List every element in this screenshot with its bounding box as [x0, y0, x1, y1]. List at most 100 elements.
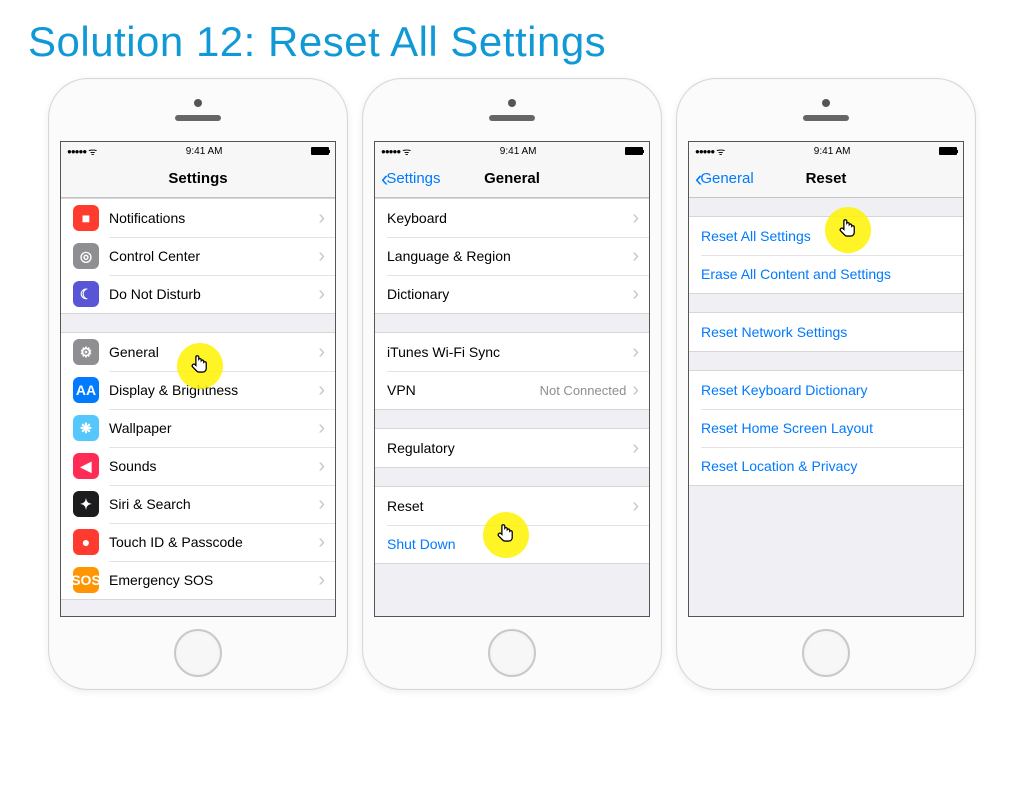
settings-group: ■ Notifications › ◎ Control Center › ☾ D…	[61, 198, 335, 314]
phone-screen: ●●●●● ᯤ 9:41 AM ‹ Settings General Keybo…	[374, 141, 650, 617]
settings-row-icon: SOS	[73, 567, 99, 593]
settings-row[interactable]: Keyboard ›	[375, 199, 649, 237]
page-title: Solution 12: Reset All Settings	[28, 18, 1024, 66]
settings-row-icon: ■	[73, 205, 99, 231]
settings-group: Reset › Shut Down	[375, 486, 649, 564]
settings-row[interactable]: iTunes Wi-Fi Sync ›	[375, 333, 649, 371]
row-label: Sounds	[109, 458, 318, 474]
settings-row[interactable]: Dictionary ›	[375, 275, 649, 313]
row-label: Dictionary	[387, 286, 632, 302]
row-label: Reset Location & Privacy	[701, 458, 953, 474]
settings-group: Regulatory ›	[375, 428, 649, 468]
wifi-icon: ᯤ	[402, 144, 411, 158]
phone-screen: ●●●●● ᯤ 9:41 AM ‹ General Reset Reset Al…	[688, 141, 964, 617]
phone-mockup: ●●●●● ᯤ 9:41 AM Settings ■ Notifications…	[48, 78, 348, 690]
nav-back-button[interactable]: ‹ Settings	[381, 160, 441, 197]
nav-title: General	[484, 170, 540, 187]
chevron-right-icon: ›	[632, 341, 639, 364]
screen-content: Reset All Settings Erase All Content and…	[689, 198, 963, 616]
phone-mockup: ●●●●● ᯤ 9:41 AM ‹ General Reset Reset Al…	[676, 78, 976, 690]
settings-row[interactable]: Regulatory ›	[375, 429, 649, 467]
chevron-right-icon: ›	[318, 493, 325, 516]
settings-group: Reset Network Settings	[689, 312, 963, 352]
settings-row[interactable]: SOS Emergency SOS ›	[61, 561, 335, 599]
wifi-icon: ᯤ	[88, 144, 97, 158]
settings-row[interactable]: Reset ›	[375, 487, 649, 525]
battery-icon	[625, 147, 643, 155]
status-time: 9:41 AM	[814, 146, 851, 157]
chevron-right-icon: ›	[632, 495, 639, 518]
settings-row[interactable]: Reset Home Screen Layout	[689, 409, 963, 447]
nav-bar: ‹ General Reset	[689, 160, 963, 198]
settings-group: Reset Keyboard Dictionary Reset Home Scr…	[689, 370, 963, 486]
settings-row[interactable]: Erase All Content and Settings	[689, 255, 963, 293]
row-label: Erase All Content and Settings	[701, 266, 953, 282]
chevron-right-icon: ›	[318, 569, 325, 592]
nav-title: Reset	[806, 170, 847, 187]
settings-row[interactable]: ✦ Siri & Search ›	[61, 485, 335, 523]
chevron-right-icon: ›	[318, 283, 325, 306]
home-button[interactable]	[174, 629, 222, 677]
wifi-icon: ᯤ	[716, 144, 725, 158]
row-label: Keyboard	[387, 210, 632, 226]
home-button[interactable]	[488, 629, 536, 677]
chevron-right-icon: ›	[318, 379, 325, 402]
settings-row-icon: AA	[73, 377, 99, 403]
row-label: Display & Brightness	[109, 382, 318, 398]
settings-row[interactable]: Reset All Settings	[689, 217, 963, 255]
row-label: Reset Keyboard Dictionary	[701, 382, 953, 398]
phone-screen: ●●●●● ᯤ 9:41 AM Settings ■ Notifications…	[60, 141, 336, 617]
status-bar: ●●●●● ᯤ 9:41 AM	[375, 142, 649, 160]
status-bar: ●●●●● ᯤ 9:41 AM	[61, 142, 335, 160]
row-label: General	[109, 344, 318, 360]
settings-row[interactable]: ⚙ General ›	[61, 333, 335, 371]
phones-row: ●●●●● ᯤ 9:41 AM Settings ■ Notifications…	[0, 78, 1024, 690]
settings-group: Keyboard › Language & Region › Dictionar…	[375, 198, 649, 314]
chevron-right-icon: ›	[318, 455, 325, 478]
row-label: Regulatory	[387, 440, 632, 456]
phone-mockup: ●●●●● ᯤ 9:41 AM ‹ Settings General Keybo…	[362, 78, 662, 690]
chevron-right-icon: ›	[318, 245, 325, 268]
nav-back-button[interactable]: ‹ General	[695, 160, 754, 197]
settings-group: ⚙ General › AA Display & Brightness › ❋ …	[61, 332, 335, 600]
signal-icon: ●●●●●	[695, 147, 714, 156]
phone-speaker	[803, 115, 849, 121]
row-label: Emergency SOS	[109, 572, 318, 588]
home-button[interactable]	[802, 629, 850, 677]
settings-group: iTunes Wi-Fi Sync › VPN Not Connected›	[375, 332, 649, 410]
settings-row[interactable]: AA Display & Brightness ›	[61, 371, 335, 409]
settings-row[interactable]: Shut Down	[375, 525, 649, 563]
phone-speaker	[175, 115, 221, 121]
settings-row[interactable]: ☾ Do Not Disturb ›	[61, 275, 335, 313]
chevron-right-icon: ›	[632, 207, 639, 230]
signal-icon: ●●●●●	[381, 147, 400, 156]
settings-row[interactable]: Reset Location & Privacy	[689, 447, 963, 485]
row-label: Language & Region	[387, 248, 632, 264]
settings-row-icon: ●	[73, 529, 99, 555]
settings-row-icon: ◎	[73, 243, 99, 269]
settings-row[interactable]: ● Touch ID & Passcode ›	[61, 523, 335, 561]
chevron-right-icon: ›	[632, 245, 639, 268]
settings-row[interactable]: ■ Notifications ›	[61, 199, 335, 237]
row-label: Wallpaper	[109, 420, 318, 436]
settings-row[interactable]: ◀ Sounds ›	[61, 447, 335, 485]
row-label: Reset All Settings	[701, 228, 953, 244]
screen-content: ■ Notifications › ◎ Control Center › ☾ D…	[61, 198, 335, 616]
row-value: Not Connected	[540, 383, 627, 398]
settings-row[interactable]: Reset Keyboard Dictionary	[689, 371, 963, 409]
settings-row-icon: ❋	[73, 415, 99, 441]
row-label: Reset Home Screen Layout	[701, 420, 953, 436]
settings-row[interactable]: Reset Network Settings	[689, 313, 963, 351]
settings-row-icon: ◀	[73, 453, 99, 479]
chevron-right-icon: ›	[318, 207, 325, 230]
settings-row[interactable]: VPN Not Connected›	[375, 371, 649, 409]
settings-row[interactable]: Language & Region ›	[375, 237, 649, 275]
settings-row[interactable]: ❋ Wallpaper ›	[61, 409, 335, 447]
nav-back-label: General	[700, 170, 753, 187]
settings-row-icon: ✦	[73, 491, 99, 517]
settings-group: Reset All Settings Erase All Content and…	[689, 216, 963, 294]
row-label: Do Not Disturb	[109, 286, 318, 302]
chevron-right-icon: ›	[632, 283, 639, 306]
settings-row[interactable]: ◎ Control Center ›	[61, 237, 335, 275]
nav-bar: Settings	[61, 160, 335, 198]
